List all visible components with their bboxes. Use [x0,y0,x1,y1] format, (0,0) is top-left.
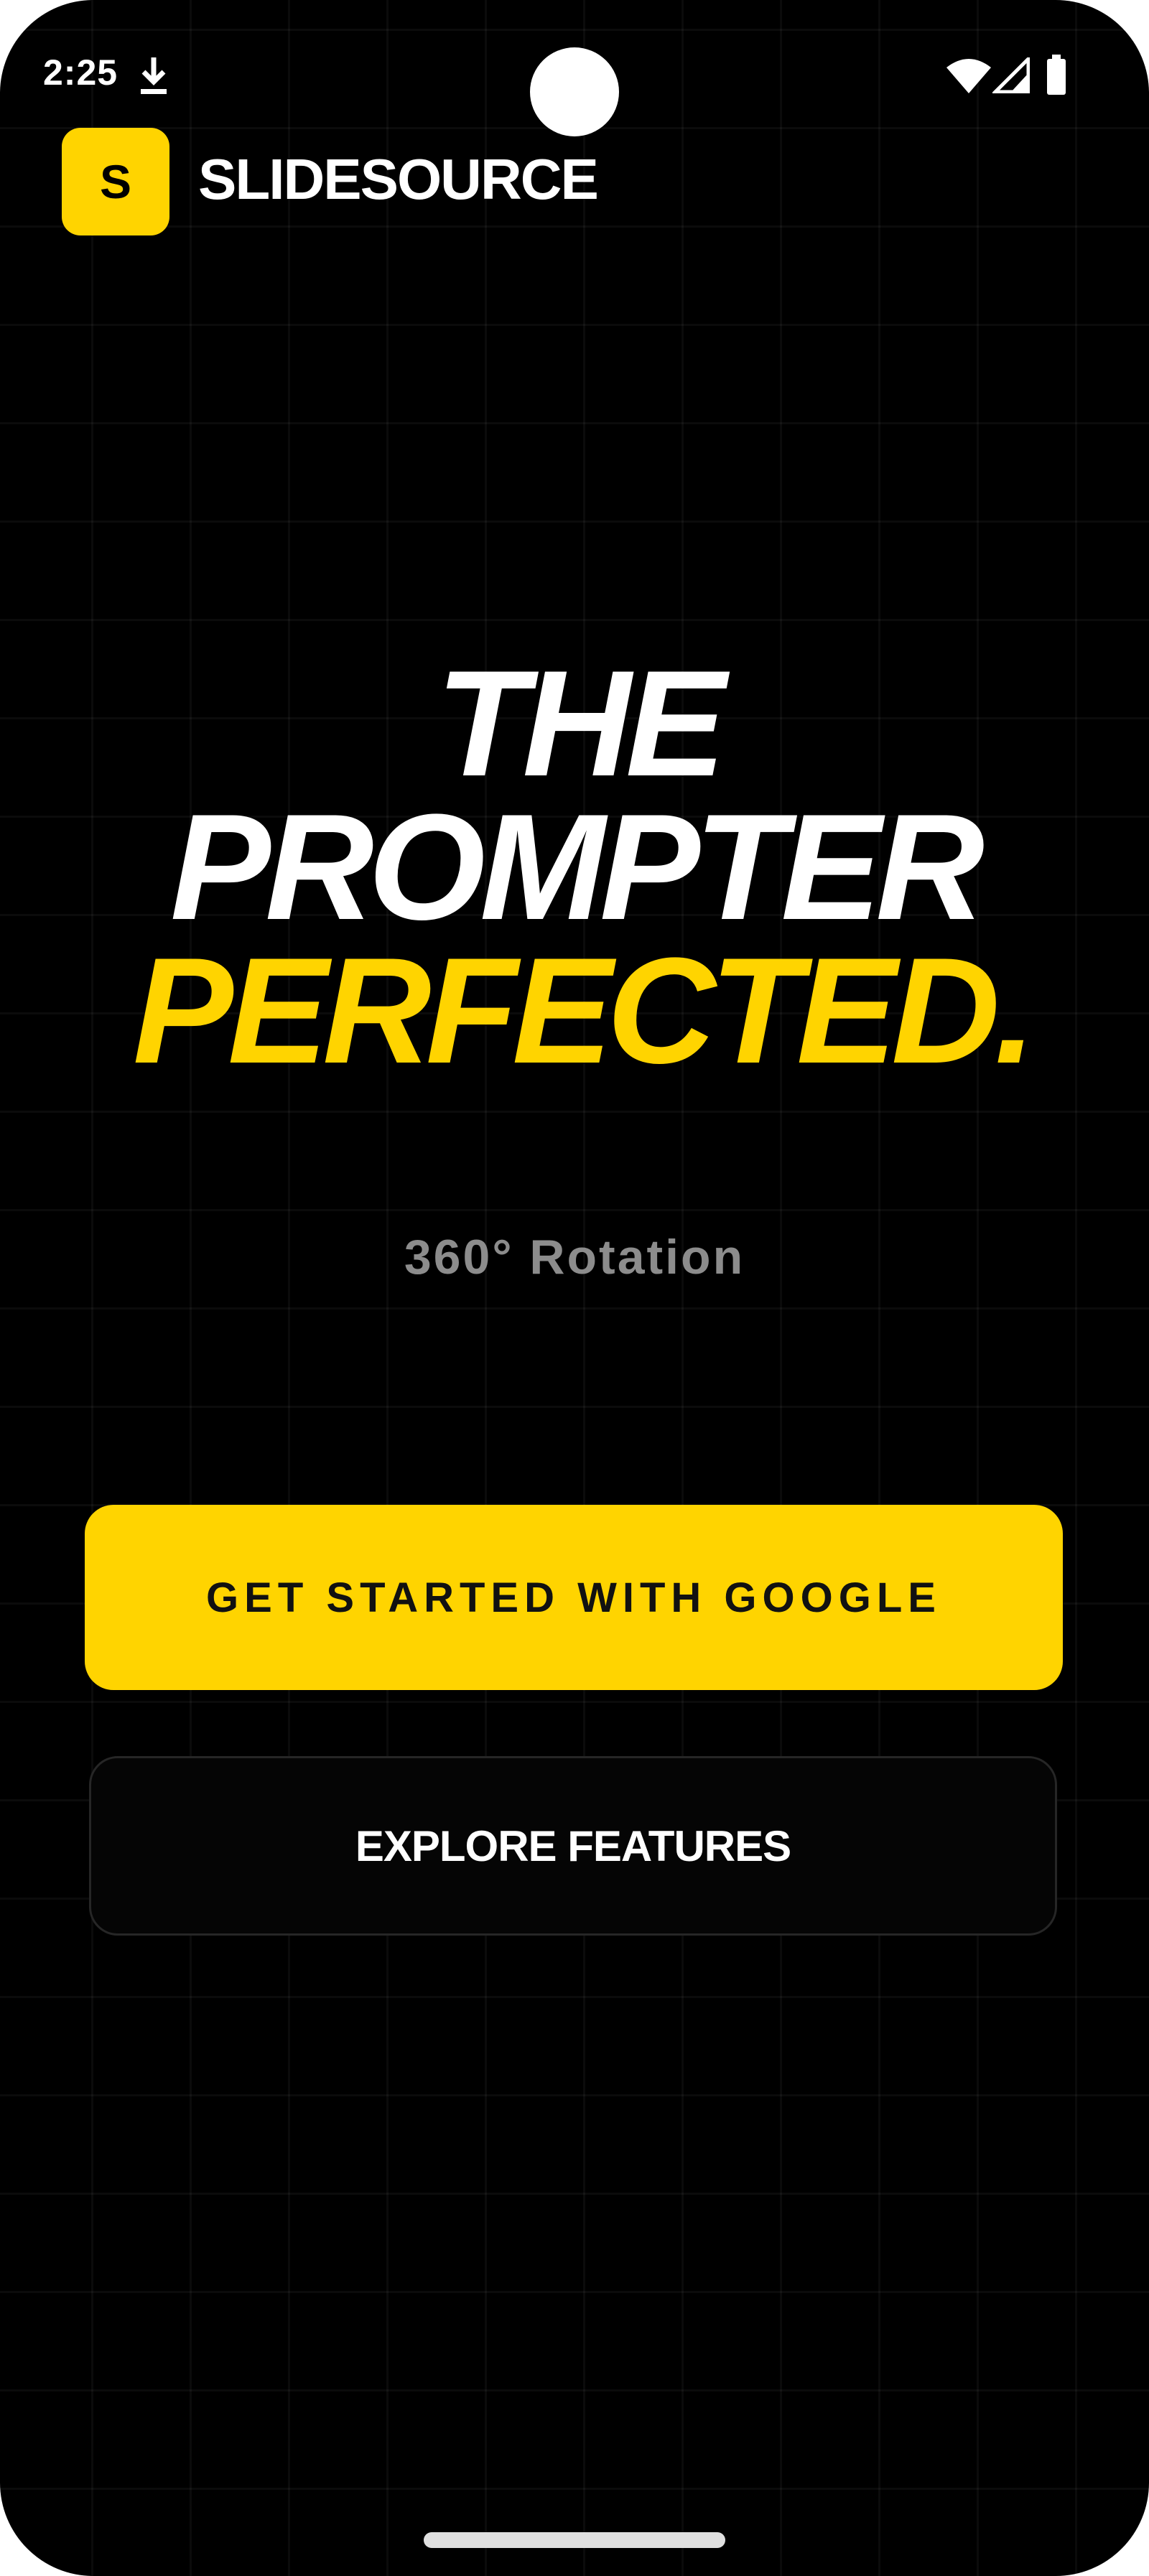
get-started-google-button[interactable]: GET STARTED WITH GOOGLE [85,1505,1063,1690]
explore-features-button[interactable]: EXPLORE FEATURES [89,1756,1057,1936]
brand-name: SLIDESOURCE [198,147,599,211]
get-started-google-label: GET STARTED WITH GOOGLE [206,1574,941,1621]
battery-icon [1047,55,1066,95]
headline-line-3: PERFECTED. [132,926,1036,1095]
app-screen: 2:25 S SLIDESOURCE THE PROMPTER PERFECTE… [0,0,1149,2576]
headline-line-1: THE [436,639,726,808]
signal-icon [992,57,1030,93]
brand-logo: S [62,128,169,235]
home-indicator[interactable] [424,2532,725,2548]
wifi-icon [946,59,991,93]
explore-features-label: EXPLORE FEATURES [355,1821,791,1870]
hero-headline: THE PROMPTER PERFECTED. [0,639,1149,1095]
camera-cutout [530,47,619,136]
hero-subtitle: 360° Rotation [404,1230,745,1284]
headline-line-2: PROMPTER [169,783,985,951]
status-time: 2:25 [43,52,118,93]
logo-letter: S [99,155,132,208]
download-icon [141,57,167,94]
